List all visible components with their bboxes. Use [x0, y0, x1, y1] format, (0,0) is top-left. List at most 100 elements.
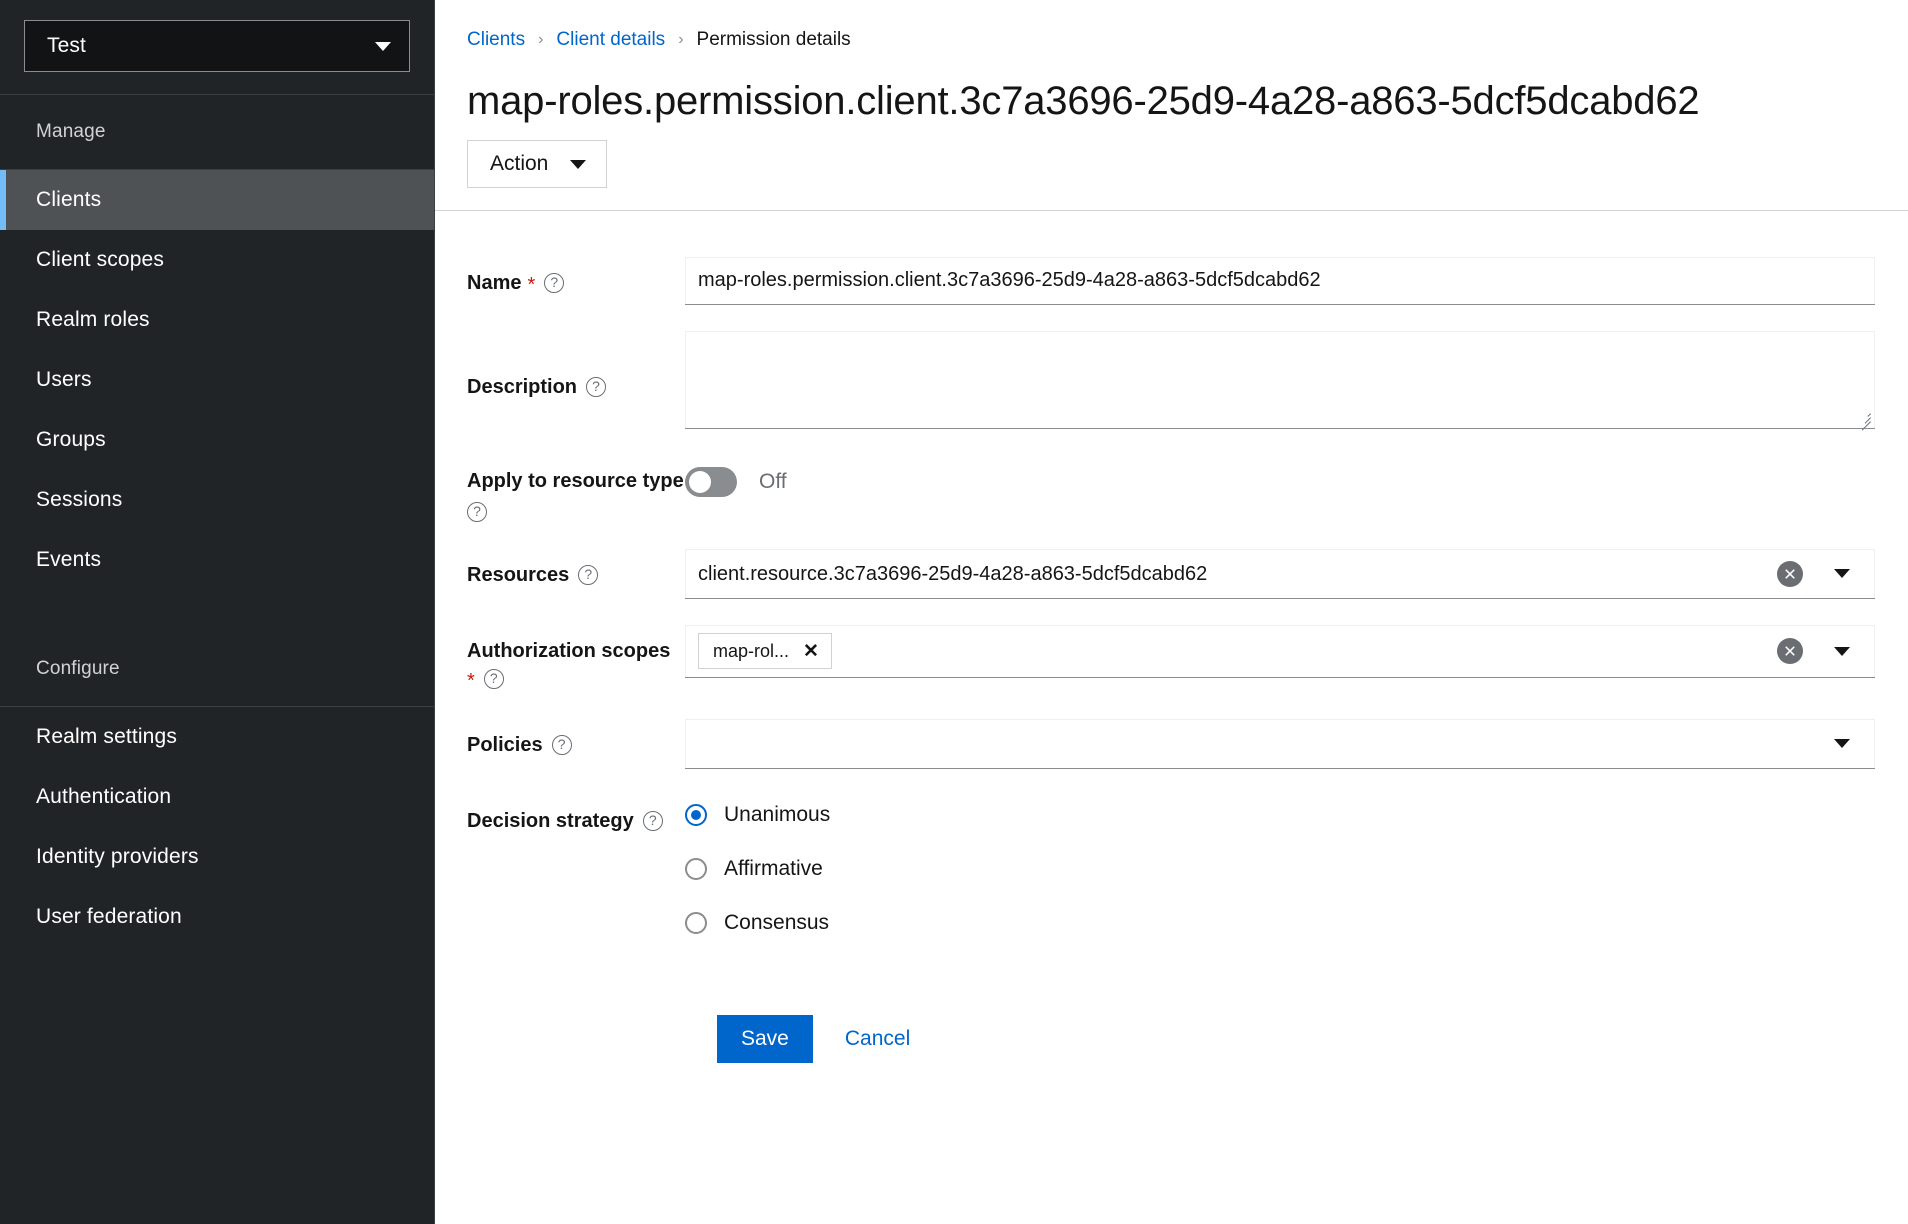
label-policies: Policies? — [435, 719, 685, 759]
form-row-apply-to-resource-type: Apply to resource type? Off — [435, 455, 1908, 523]
radio-label: Unanimous — [724, 803, 830, 827]
help-icon-glyph: ? — [558, 737, 566, 751]
help-icon[interactable]: ? — [578, 565, 598, 585]
realm-selector-value: Test — [47, 34, 86, 58]
help-icon[interactable]: ? — [643, 811, 663, 831]
radio-unanimous[interactable]: Unanimous — [685, 803, 1875, 827]
action-row: Action — [467, 140, 1908, 210]
realm-selector[interactable]: Test — [24, 20, 410, 72]
radio-affirmative[interactable]: Affirmative — [685, 857, 1875, 881]
field-name — [685, 257, 1908, 305]
label-authorization-scopes-text: Authorization scopes — [467, 640, 670, 662]
resources-dropdown-toggle[interactable] — [1825, 554, 1859, 594]
permission-details-form: Name*? Description? — [435, 211, 1908, 1224]
sidebar-item-sessions[interactable]: Sessions — [0, 470, 434, 530]
caret-down-icon — [1834, 569, 1850, 578]
cancel-button[interactable]: Cancel — [827, 1015, 928, 1063]
radio-icon — [685, 858, 707, 880]
chevron-down-icon — [375, 42, 391, 51]
clear-circle-icon[interactable] — [1777, 561, 1803, 587]
label-description-text: Description — [467, 376, 577, 398]
breadcrumb-link-client-details[interactable]: Client details — [556, 29, 665, 51]
field-description — [685, 331, 1908, 429]
radio-icon — [685, 912, 707, 934]
help-icon-glyph: ? — [473, 504, 481, 518]
sidebar-item-label: Identity providers — [36, 845, 199, 868]
page-header: Clients › Client details › Permission de… — [435, 0, 1908, 210]
label-decision-strategy: Decision strategy? — [435, 795, 685, 835]
form-row-name: Name*? — [435, 257, 1908, 305]
action-dropdown-button[interactable]: Action — [467, 140, 607, 188]
sidebar-item-label: Clients — [36, 188, 101, 211]
sidebar-item-realm-settings[interactable]: Realm settings — [0, 707, 434, 767]
sidebar-item-events[interactable]: Events — [0, 530, 434, 590]
sidebar-item-identity-providers[interactable]: Identity providers — [0, 827, 434, 887]
sidebar-configure-list: Realm settings Authentication Identity p… — [0, 707, 434, 947]
breadcrumb: Clients › Client details › Permission de… — [467, 26, 1908, 54]
keycloak-admin-console: Test Manage Clients Client scopes Realm … — [0, 0, 1908, 1224]
field-resources: client.resource.3c7a3696-25d9-4a28-a863-… — [685, 549, 1908, 599]
caret-down-icon — [570, 160, 586, 169]
sidebar-item-clients[interactable]: Clients — [0, 170, 434, 230]
sidebar-item-label: Users — [36, 368, 92, 391]
name-input[interactable] — [685, 257, 1875, 305]
radio-label: Consensus — [724, 911, 829, 935]
sidebar-item-client-scopes[interactable]: Client scopes — [0, 230, 434, 290]
field-decision-strategy: Unanimous Affirmative Consensus — [685, 795, 1908, 935]
apply-to-resource-type-state-label: Off — [759, 470, 787, 494]
sidebar-item-groups[interactable]: Groups — [0, 410, 434, 470]
help-icon-glyph: ? — [584, 567, 592, 581]
help-icon[interactable]: ? — [467, 502, 487, 522]
breadcrumb-separator-icon: › — [525, 31, 556, 49]
help-icon-glyph: ? — [592, 379, 600, 393]
help-icon[interactable]: ? — [484, 669, 504, 689]
sidebar-item-label: Realm settings — [36, 725, 177, 748]
chip[interactable]: map-rol... ✕ — [698, 633, 832, 669]
help-icon-glyph: ? — [649, 813, 657, 827]
label-apply-to-resource-type: Apply to resource type? — [435, 455, 685, 523]
sidebar-item-authentication[interactable]: Authentication — [0, 767, 434, 827]
sidebar-item-user-federation[interactable]: User federation — [0, 887, 434, 947]
label-description: Description? — [435, 331, 685, 401]
policies-select[interactable] — [685, 719, 1875, 769]
sidebar-item-users[interactable]: Users — [0, 350, 434, 410]
decision-strategy-radio-group: Unanimous Affirmative Consensus — [685, 795, 1875, 935]
form-row-authorization-scopes: Authorization scopes*? map-rol... ✕ — [435, 625, 1908, 693]
breadcrumb-link-clients[interactable]: Clients — [467, 29, 525, 51]
sidebar-section-configure: Configure — [0, 632, 434, 706]
help-icon[interactable]: ? — [586, 377, 606, 397]
sidebar-item-realm-roles[interactable]: Realm roles — [0, 290, 434, 350]
label-resources-text: Resources — [467, 564, 569, 586]
resources-select[interactable]: client.resource.3c7a3696-25d9-4a28-a863-… — [685, 549, 1875, 599]
sidebar-item-label: Realm roles — [36, 308, 150, 331]
sidebar-spacer — [0, 590, 434, 632]
field-policies — [685, 719, 1908, 769]
apply-to-resource-type-toggle-row: Off — [685, 455, 1875, 503]
breadcrumb-current-permission-details: Permission details — [697, 29, 851, 51]
sidebar-item-label: Groups — [36, 428, 106, 451]
help-icon[interactable]: ? — [544, 273, 564, 293]
help-icon[interactable]: ? — [552, 735, 572, 755]
radio-consensus[interactable]: Consensus — [685, 911, 1875, 935]
realm-selector-container: Test — [0, 0, 434, 94]
description-textarea[interactable] — [685, 331, 1875, 429]
sidebar-item-label: Client scopes — [36, 248, 164, 271]
clear-circle-icon[interactable] — [1777, 638, 1803, 664]
apply-to-resource-type-toggle[interactable] — [685, 467, 737, 497]
save-button[interactable]: Save — [717, 1015, 813, 1063]
resources-value: client.resource.3c7a3696-25d9-4a28-a863-… — [698, 550, 1777, 598]
radio-label: Affirmative — [724, 857, 823, 881]
required-asterisk: * — [527, 274, 535, 296]
policies-dropdown-toggle[interactable] — [1825, 724, 1859, 764]
toggle-knob — [689, 471, 711, 493]
authorization-scopes-dropdown-toggle[interactable] — [1825, 631, 1859, 671]
field-apply-to-resource-type: Off — [685, 455, 1908, 503]
sidebar-item-label: Authentication — [36, 785, 171, 808]
breadcrumb-separator-icon: › — [665, 31, 696, 49]
sidebar: Test Manage Clients Client scopes Realm … — [0, 0, 435, 1224]
close-icon[interactable]: ✕ — [803, 642, 819, 661]
caret-down-icon — [1834, 647, 1850, 656]
authorization-scopes-select[interactable]: map-rol... ✕ — [685, 625, 1875, 678]
description-textarea-wrap — [685, 331, 1875, 429]
form-actions: Save Cancel — [435, 1015, 1908, 1063]
